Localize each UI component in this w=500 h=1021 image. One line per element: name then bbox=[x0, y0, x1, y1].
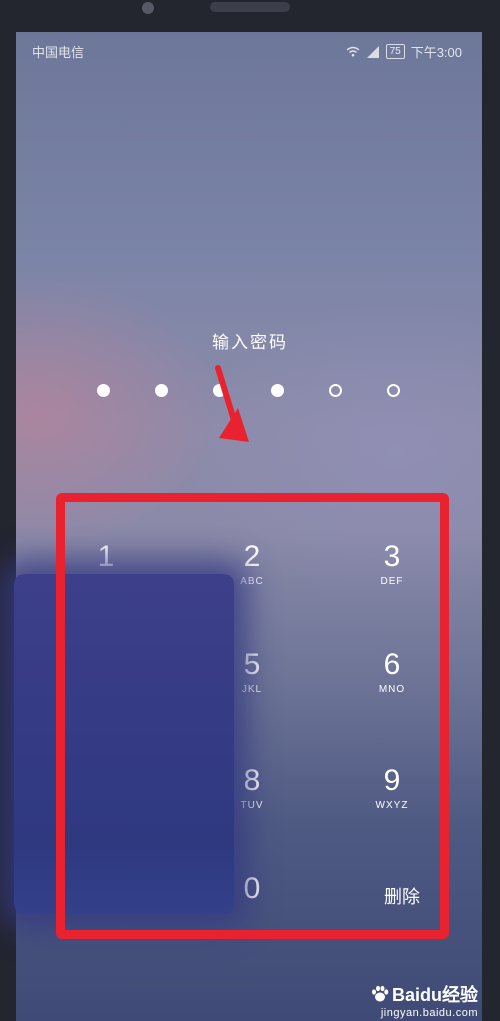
watermark-brand: Baidu经验 bbox=[391, 985, 478, 1005]
watermark-url: jingyan.baidu.com bbox=[380, 1007, 478, 1019]
baidu-jingyan-watermark: Baidu经验 jingyan.baidu.com bbox=[370, 981, 478, 1019]
watermark-logo: Baidu经验 bbox=[370, 981, 478, 1007]
phone-device: 中国电信 75 下午3:00 输入密码 1 2 ABC 3 DEF 5 JKL … bbox=[0, 0, 500, 1021]
paw-logo-icon bbox=[371, 985, 389, 1002]
annotation-arrow bbox=[215, 365, 249, 442]
